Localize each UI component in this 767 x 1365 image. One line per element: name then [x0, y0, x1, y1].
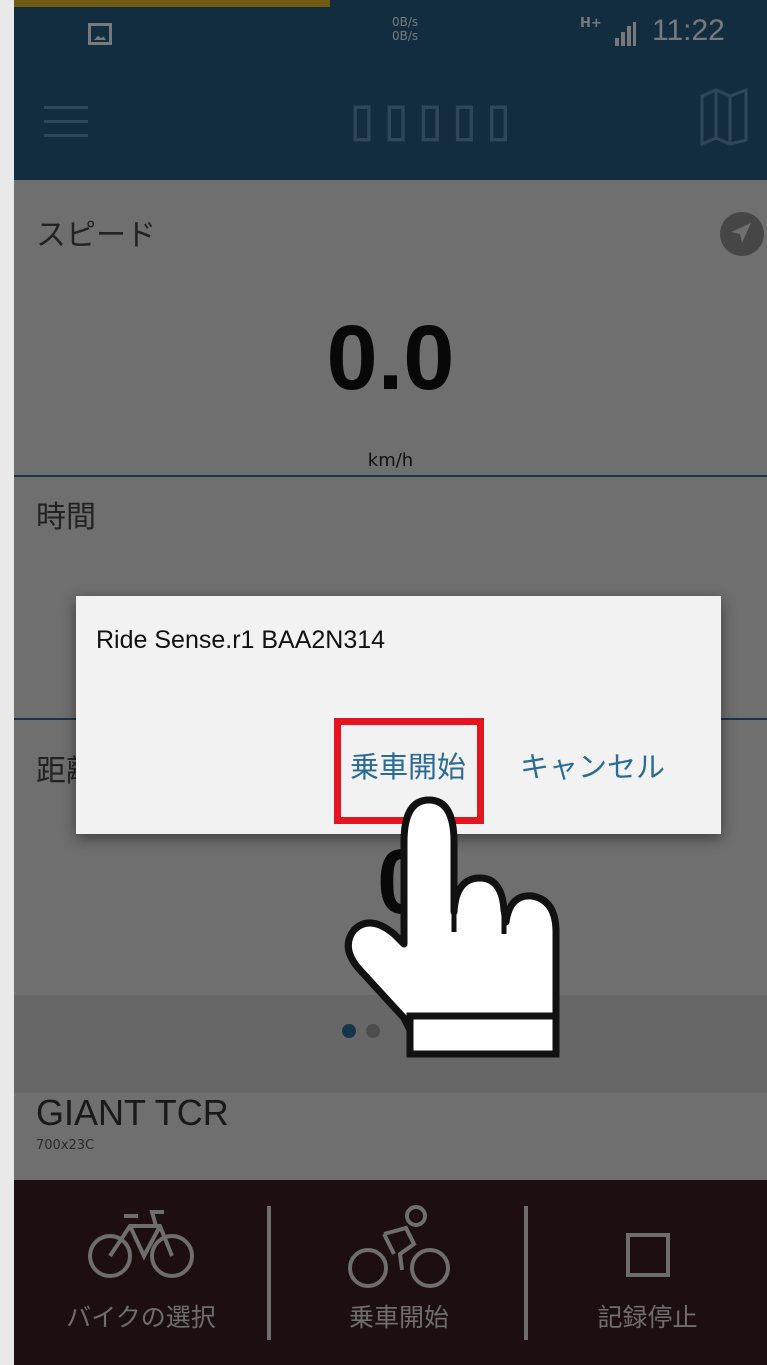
dialog-title: Ride Sense.r1 BAA2N314 — [96, 626, 386, 654]
pointing-hand-icon — [344, 796, 560, 1058]
phone-screen: 0B/s 0B/s H+ 11:22 ▯▯▯▯▯ スピード 0.0 km/h 時… — [14, 0, 767, 1365]
cancel-button[interactable]: キャンセル — [520, 744, 665, 786]
